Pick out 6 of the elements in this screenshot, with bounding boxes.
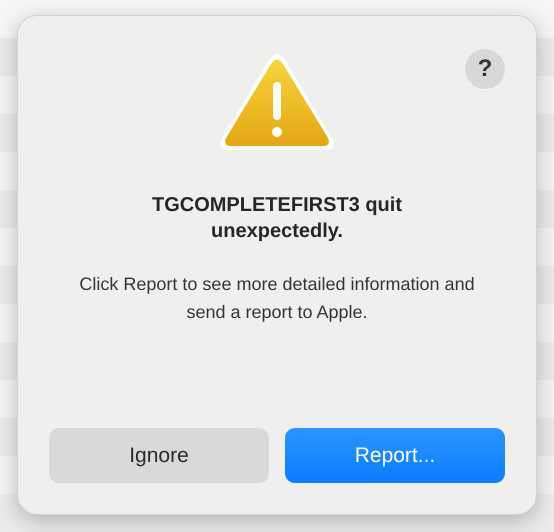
help-button[interactable]: ? <box>465 49 505 89</box>
warning-icon <box>217 52 337 152</box>
report-button[interactable]: Report... <box>285 428 505 483</box>
ignore-button[interactable]: Ignore <box>49 428 269 483</box>
alert-title: TGCOMPLETEFIRST3 quit unexpectedly. <box>151 193 403 244</box>
alert-message: Click Report to see more detailed information and send a report to Apple. <box>78 273 476 324</box>
